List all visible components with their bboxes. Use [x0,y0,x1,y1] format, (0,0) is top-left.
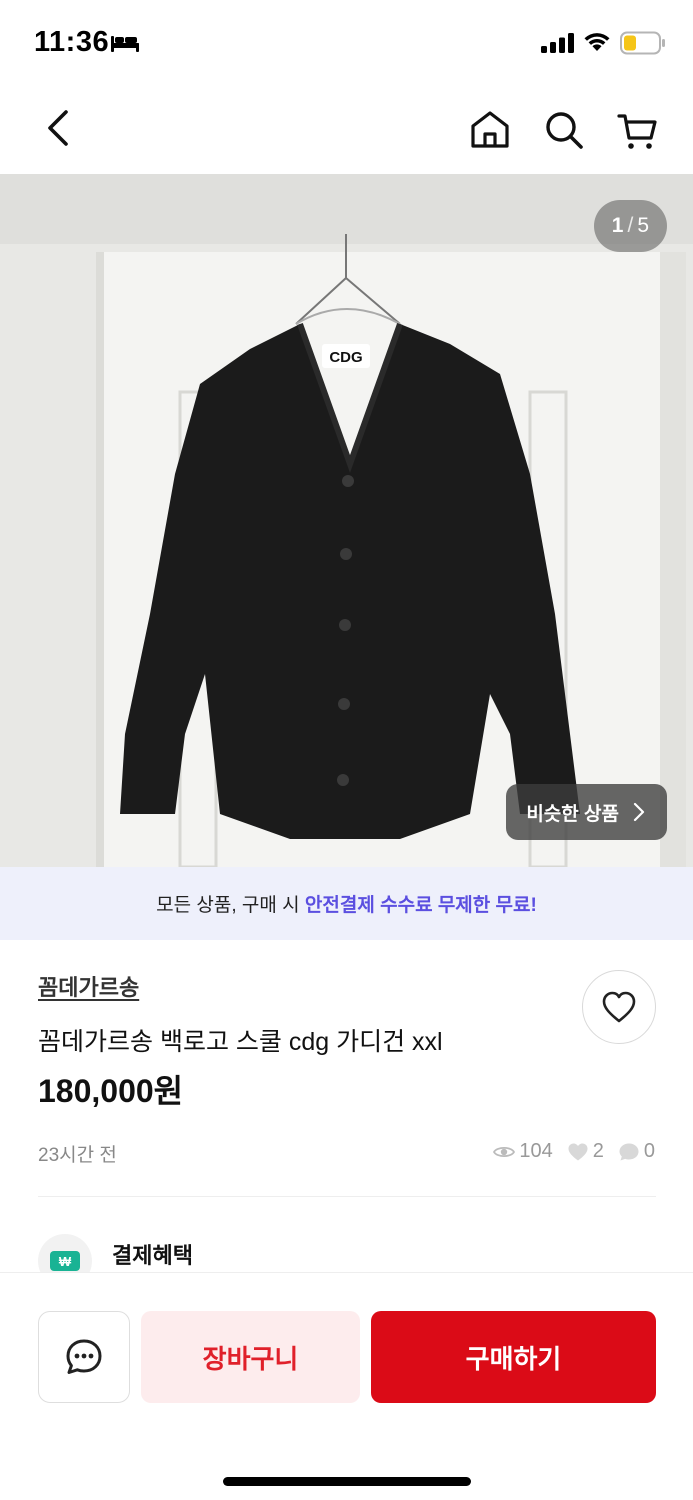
promo-banner[interactable]: 모든 상품, 구매 시 안전결제 수수료 무제한 무료! [0,867,693,940]
like-count-value: 2 [592,1140,604,1162]
image-counter: 1 / 5 [593,200,667,252]
chat-count: 0 [618,1140,655,1163]
promo-prefix: 모든 상품, 구매 시 [156,895,305,916]
cardigan-photo: CDG [0,174,693,867]
payment-benefit-title: 결제혜택 [112,1243,193,1268]
add-to-cart-button[interactable]: 장바구니 [141,1311,360,1403]
promo-highlight: 안전결제 수수료 무제한 무료! [304,895,537,916]
similar-products-button[interactable]: 비슷한 상품 [506,784,667,840]
image-counter-current: 1 [611,214,624,237]
chat-count-value: 0 [643,1140,655,1162]
cart-icon[interactable] [614,106,662,154]
image-counter-total: 5 [637,214,649,237]
chevron-right-icon [633,802,645,822]
logo-label: CDG [329,349,362,366]
eye-icon [493,1146,516,1157]
bottom-action-bar: 장바구니 구매하기 [0,1272,693,1500]
chat-button[interactable] [38,1311,130,1403]
similar-products-label: 비슷한 상품 [526,803,619,825]
back-arrow-icon[interactable] [36,104,80,152]
heart-icon [568,1143,588,1160]
signal-icon [541,33,574,53]
buy-now-button[interactable]: 구매하기 [371,1311,656,1403]
product-title: 꼼데가르송 백로고 스쿨 cdg 가디건 xxl [38,1028,443,1056]
status-bar: 11:36 [0,0,693,84]
like-button[interactable] [582,970,656,1044]
product-price: 180,000원 [38,1073,184,1109]
posted-time: 23시간 전 [38,1145,117,1166]
home-icon[interactable] [466,106,514,154]
svg-text:₩: ₩ [59,1254,72,1269]
image-counter-separator: / [627,214,634,237]
brand-link[interactable]: 꼼데가르송 [38,970,139,1002]
view-count-value: 104 [519,1140,553,1162]
battery-icon [620,31,665,55]
like-count: 2 [567,1140,604,1163]
chat-bubble-icon [66,1339,102,1374]
divider [38,1196,656,1197]
chat-bubble-icon [619,1143,639,1160]
heart-icon [602,991,636,1023]
product-image[interactable]: CDG 1 / 5 비슷한 상품 [0,174,693,867]
wifi-icon [584,33,610,51]
view-count: 104 [493,1140,553,1163]
home-indicator [223,1477,471,1486]
nav-bar [0,84,693,174]
product-stats: 104 2 0 [493,1140,655,1163]
bed-icon [111,36,139,52]
search-icon[interactable] [540,106,588,154]
status-time: 11:36 [34,26,110,58]
